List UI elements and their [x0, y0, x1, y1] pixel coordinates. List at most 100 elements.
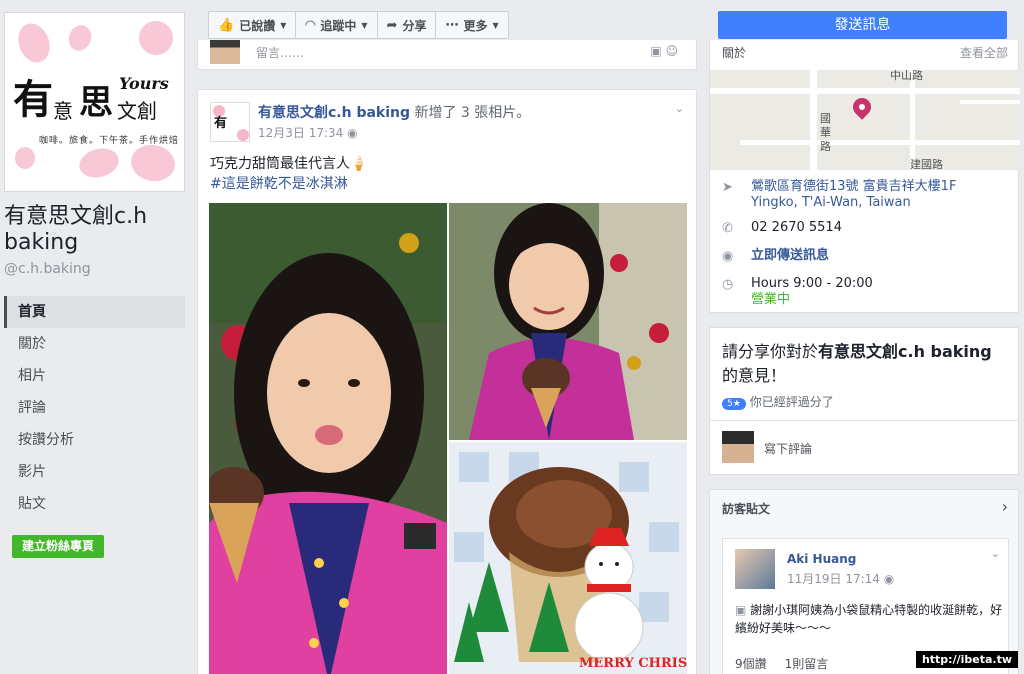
post-photo-2[interactable] [449, 203, 687, 440]
visitor-posts-card: 訪客貼文 › Aki Huang 11月19日 17:14 ◉ ⌄ ▣ 謝謝小琪… [709, 489, 1019, 674]
open-status: 營業中 [751, 292, 791, 307]
phone-icon: ✆ [722, 221, 733, 236]
site-watermark: http://ibeta.tw [915, 651, 1018, 668]
post-action-text: 新增了 3 張相片。 [414, 105, 531, 121]
review-prompt: 請分享你對於有意思文創c.h baking 的意見！ [722, 340, 1012, 388]
nav-item-videos[interactable]: 影片 [4, 456, 185, 488]
address-line-1: 鶯歌區育德街13號 富貴吉祥大樓1F [751, 179, 957, 194]
globe-icon: ◉ [347, 126, 358, 140]
map-label-zhongshan: 中山路 [890, 70, 923, 82]
visitor-post-text: ▣ 謝謝小琪阿姨為小袋鼠精心特製的收涎餅乾，好繽紛好美味～～～ [735, 601, 1003, 637]
nav-item-insights[interactable]: 按讚分析 [4, 424, 185, 456]
logo-char-1: 有 [13, 76, 53, 123]
review-card: 請分享你對於有意思文創c.h baking 的意見！ 5★ 你已經評過分了 寫下評… [709, 327, 1019, 475]
following-label: 追蹤中 [320, 18, 357, 33]
visitor-post-time[interactable]: 11月19日 17:14 [787, 572, 880, 586]
visitor-name-link[interactable]: Aki Huang [787, 552, 856, 566]
phone-number: 02 2670 5514 [751, 220, 842, 235]
chevron-right-icon[interactable]: › [1002, 497, 1008, 516]
page-name[interactable]: 有意思文創c.h baking [4, 204, 194, 256]
review-prompt-prefix: 請分享你對於 [722, 342, 819, 361]
post-header: 有意思文創c.h baking 新增了 3 張相片。 [258, 102, 530, 122]
location-map[interactable]: 中山路 國華路 建國路 [710, 70, 1020, 170]
about-title: 關於 [722, 46, 747, 60]
visitor-post-meta: 11月19日 17:14 ◉ [787, 570, 894, 587]
page-action-bar: 👍 已說讚 ▼ ◠ 追蹤中 ▼ ➦ 分享 ⋯ 更多 ▼ [208, 11, 509, 39]
user-avatar [722, 431, 754, 463]
clock-icon: ◷ [722, 277, 734, 292]
see-all-link[interactable]: 查看全部 [960, 44, 1008, 61]
comment-composer[interactable]: 留言…… ▣ ☺ [197, 40, 697, 70]
logo-char-3: 思 [79, 83, 113, 123]
nav-item-photos[interactable]: 相片 [4, 360, 185, 392]
star-rating-badge: 5★ [722, 398, 746, 410]
nav-item-about[interactable]: 關於 [4, 328, 185, 360]
rated-text: 你已經評過分了 [749, 395, 834, 409]
post-photo-1[interactable] [209, 203, 447, 674]
post-author-link[interactable]: 有意思文創c.h baking [258, 105, 410, 121]
share-label: 分享 [402, 18, 427, 33]
share-arrow-icon: ➦ [386, 17, 398, 33]
visitor-posts-title: 訪客貼文 [722, 502, 771, 516]
review-prompt-suffix: 的意見！ [722, 366, 787, 385]
nav-item-posts[interactable]: 貼文 [4, 488, 185, 520]
feed-post: 有 有意思文創c.h baking 新增了 3 張相片。 12月3日 17:34… [197, 89, 697, 674]
more-button[interactable]: ⋯ 更多 ▼ [436, 12, 507, 38]
post-meta: 12月3日 17:34 ◉ [258, 124, 358, 141]
avatar-logo-text: 有 [214, 116, 228, 131]
more-label: 更多 [463, 18, 488, 33]
profile-picture[interactable]: 有 意 思 文創 Yours 咖啡。旅食。下午茶。手作烘焙 [4, 12, 185, 192]
send-message-button[interactable]: 發送訊息 [718, 11, 1007, 39]
write-review-button[interactable]: 寫下評論 [764, 440, 812, 457]
about-card: 關於 查看全部 中山路 國華路 建國路 ➤ 鶯歌區育德街13號 富貴吉祥大樓1F… [709, 40, 1020, 313]
liked-button[interactable]: 👍 已說讚 ▼ [209, 12, 297, 38]
following-button[interactable]: ◠ 追蹤中 ▼ [296, 12, 378, 38]
globe-icon: ◉ [883, 572, 895, 586]
logo-tagline: 咖啡。旅食。下午茶。手作烘焙 [39, 136, 180, 146]
merry-christmas-text: MERRY CHRISTMAS [579, 656, 687, 671]
comments-count[interactable]: 1則留言 [785, 657, 829, 671]
nav-item-reviews[interactable]: 評論 [4, 392, 185, 424]
messenger-icon: ◉ [722, 249, 734, 264]
send-message-link[interactable]: 立即傳送訊息 [751, 248, 1011, 264]
user-avatar [210, 40, 240, 64]
map-label-guohua: 國華路 [820, 112, 831, 153]
post-hashtag-link[interactable]: #這是餅乾不是冰淇淋 [210, 174, 367, 194]
directions-icon: ➤ [722, 180, 733, 195]
create-page-button[interactable]: 建立粉絲專頁 [12, 535, 105, 558]
visitor-post-stats: 9個讚 1則留言 [735, 655, 846, 672]
camera-icon[interactable]: ▣ ☺ [650, 44, 678, 58]
rating-status: 5★ 你已經評過分了 [722, 393, 834, 410]
page-handle: @c.h.baking [4, 261, 91, 277]
profile-logo: 有 意 思 文創 Yours 咖啡。旅食。下午茶。手作烘焙 [9, 17, 180, 187]
map-label-jianguo: 建國路 [910, 158, 943, 170]
rss-icon: ◠ [305, 17, 316, 33]
caret-down-icon: ▼ [280, 20, 287, 30]
visitor-avatar[interactable] [735, 549, 775, 589]
logo-char-2: 意 [53, 99, 73, 123]
post-timestamp[interactable]: 12月3日 17:34 [258, 126, 343, 140]
ellipsis-icon: ⋯ [445, 17, 459, 33]
post-options-chevron-icon[interactable]: ⌄ [675, 102, 684, 115]
thumbs-up-icon: 👍 [218, 17, 235, 33]
post-body: 巧克力甜筒最佳代言人🍦 #這是餅乾不是冰淇淋 [210, 154, 367, 194]
left-column: 有 意 思 文創 Yours 咖啡。旅食。下午茶。手作烘焙 有意思文創c.h b… [0, 0, 196, 674]
post-text-line: 巧克力甜筒最佳代言人🍦 [210, 156, 368, 172]
nav-item-home[interactable]: 首頁 [4, 296, 185, 328]
map-pin-icon [849, 94, 875, 120]
hours-text: Hours 9:00 - 20:00 [751, 276, 873, 291]
visitor-post-options-chevron-icon[interactable]: ⌄ [991, 547, 1000, 560]
post-photo-3[interactable]: MERRY CHRISTMAS [449, 442, 687, 674]
post-author-avatar[interactable]: 有 [210, 102, 250, 142]
caret-down-icon: ▼ [492, 20, 499, 30]
logo-char-4: 文創 [117, 99, 157, 123]
caret-down-icon: ▼ [361, 20, 368, 30]
likes-count[interactable]: 9個讚 [735, 657, 767, 671]
divider [710, 420, 1018, 421]
address-line-2: Yingko, T'Ai-Wan, Taiwan [751, 195, 911, 210]
comment-input[interactable]: 留言…… [256, 44, 304, 61]
page-nav: 首頁 關於 相片 評論 按讚分析 影片 貼文 [4, 296, 185, 520]
share-button[interactable]: ➦ 分享 [378, 12, 437, 38]
visitor-post-body: 謝謝小琪阿姨為小袋鼠精心特製的收涎餅乾，好繽紛好美味～～～ [735, 603, 1003, 635]
review-prompt-name: 有意思文創c.h baking [818, 342, 992, 361]
